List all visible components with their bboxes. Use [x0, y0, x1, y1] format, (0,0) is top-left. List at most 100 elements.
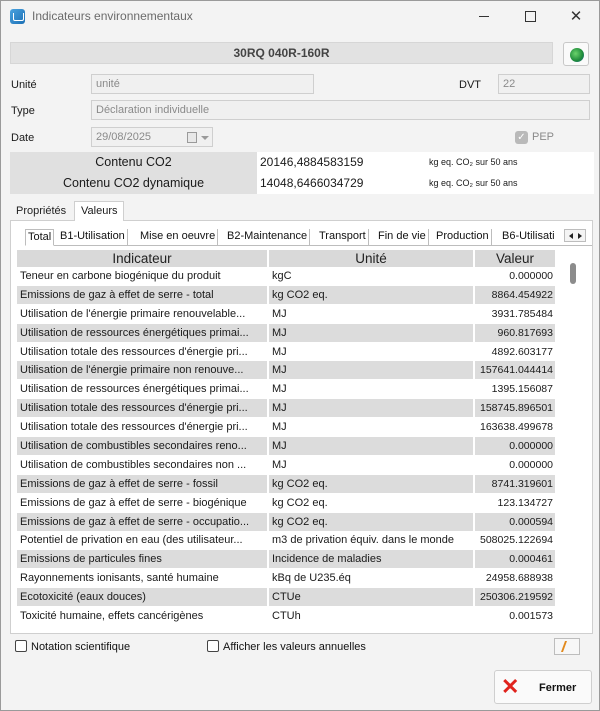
unit-cell: CTUe	[269, 588, 473, 607]
value-cell: 0.000000	[475, 437, 555, 456]
indicator-cell: Utilisation de combustibles secondaires …	[17, 437, 267, 456]
unit-cell: Incidence de maladies	[269, 550, 473, 569]
column-header-unite[interactable]: Unité	[269, 250, 473, 267]
unit-cell: MJ	[269, 418, 473, 437]
table-row[interactable]: Emissions de particules fines Incidence d…	[17, 550, 555, 570]
unit-cell: MJ	[269, 304, 473, 323]
value-cell: 8864.454922	[475, 285, 555, 304]
value-cell: 1395.156087	[475, 380, 555, 399]
table-row[interactable]: Utilisation de l'énergie primaire non re…	[17, 361, 555, 381]
tab-b6-utilisation[interactable]: B6-Utilisati	[500, 229, 562, 246]
unit-cell: kg CO2 eq.	[269, 285, 473, 304]
value-cell: 158745.896501	[475, 399, 555, 418]
tab-fin-de-vie[interactable]: Fin de vie	[376, 229, 429, 246]
grid-scrollbar[interactable]	[570, 263, 576, 284]
table-row[interactable]: Emissions de gaz à effet de serre - foss…	[17, 474, 555, 494]
unit-cell: MJ	[269, 455, 473, 474]
table-row[interactable]: Ecotoxicité (eaux douces) CTUe 250306.2195…	[17, 588, 555, 608]
table-row[interactable]: Utilisation totale des ressources d'éner…	[17, 399, 555, 419]
indicators-grid: Indicateur Unité Valeur Teneur en carbon…	[17, 250, 555, 632]
table-row[interactable]: Utilisation totale des ressources d'éner…	[17, 418, 555, 438]
co2-row: Contenu CO2 dynamique 14048,6466034729 k…	[10, 173, 594, 194]
co2-name: Contenu CO2	[10, 152, 257, 173]
edit-button[interactable]	[554, 638, 580, 655]
inner-tab-strip: Total B1-Utilisation Mise en oeuvre B2-M…	[25, 228, 592, 246]
minimize-button[interactable]	[461, 1, 507, 32]
value-cell: 508025.122694	[475, 531, 555, 550]
tab-production[interactable]: Production	[434, 229, 492, 246]
indicator-cell: Utilisation de ressources énergétiques p…	[17, 380, 267, 399]
table-row[interactable]: Rayonnements ionisants, santé humaine kBq…	[17, 569, 555, 589]
table-row[interactable]: Toxicité humaine, effets cancérigènes CTU…	[17, 607, 555, 626]
indicator-cell: Emissions de gaz à effet de serre - occu…	[17, 512, 267, 531]
product-code: 30RQ 040R-160R	[10, 42, 553, 64]
close-window-button[interactable]: ✕	[553, 1, 599, 32]
tab-scroll-arrows[interactable]	[564, 229, 586, 242]
table-row[interactable]: Utilisation de combustibles secondaires …	[17, 455, 555, 475]
pencil-icon	[560, 641, 576, 652]
chevron-right-icon[interactable]	[578, 233, 582, 239]
unit-cell: kg CO2 eq.	[269, 493, 473, 512]
value-cell: 0.001573	[475, 607, 555, 626]
column-header-valeur[interactable]: Valeur	[475, 250, 555, 267]
value-cell: 24958.688938	[475, 569, 555, 588]
globe-button[interactable]	[563, 42, 589, 66]
table-row[interactable]: Utilisation totale des ressources d'éner…	[17, 342, 555, 362]
value-cell: 0.000000	[475, 267, 555, 285]
table-row[interactable]: Utilisation de ressources énergétiques p…	[17, 380, 555, 400]
unit-cell: MJ	[269, 437, 473, 456]
co2-unit: kg eq. CO₂ sur 50 ans	[422, 152, 594, 173]
maximize-button[interactable]	[507, 1, 553, 32]
indicator-cell: Utilisation de l'énergie primaire non re…	[17, 361, 267, 380]
value-cell: 0.000461	[475, 550, 555, 569]
table-row[interactable]: Utilisation de combustibles secondaires …	[17, 437, 555, 456]
type-field[interactable]: Déclaration individuelle	[91, 100, 590, 120]
tab-transport[interactable]: Transport	[317, 229, 369, 246]
table-row[interactable]: Teneur en carbone biogénique du produit k…	[17, 267, 555, 286]
indicator-cell: Toxicité humaine, effets cancérigènes	[17, 607, 267, 626]
indicator-cell: Potentiel de privation en eau (des utili…	[17, 531, 267, 550]
layers-icon	[10, 9, 25, 24]
tab-mise-en-oeuvre[interactable]: Mise en oeuvre	[138, 229, 219, 246]
tab-b1-utilisation[interactable]: B1-Utilisation	[58, 229, 128, 246]
table-row[interactable]: Emissions de gaz à effet de serre - biog…	[17, 493, 555, 513]
valeurs-annuelles-label: Afficher les valeurs annuelles	[223, 641, 366, 653]
valeurs-annuelles-checkbox[interactable]	[207, 640, 219, 652]
indicator-cell: Teneur en carbone biogénique du produit	[17, 267, 267, 285]
fermer-label: Fermer	[539, 682, 577, 694]
value-cell: 157641.044414	[475, 361, 555, 380]
unit-cell: MJ	[269, 361, 473, 380]
pep-checkbox[interactable]: ✓	[515, 131, 528, 144]
value-cell: 163638.499678	[475, 418, 555, 437]
indicator-cell: Utilisation totale des ressources d'éner…	[17, 399, 267, 418]
tab-valeurs[interactable]: Valeurs	[74, 201, 125, 221]
co2-value: 20146,4884583159	[257, 152, 422, 173]
co2-table: Contenu CO2 20146,4884583159 kg eq. CO₂ …	[10, 152, 594, 194]
unit-cell: kg CO2 eq.	[269, 512, 473, 531]
table-row[interactable]: Potentiel de privation en eau (des utili…	[17, 531, 555, 551]
tab-total[interactable]: Total	[25, 229, 55, 246]
chevron-left-icon[interactable]	[569, 233, 573, 239]
notation-scientifique-label: Notation scientifique	[31, 641, 131, 653]
indicator-cell: Utilisation de ressources énergétiques p…	[17, 323, 267, 342]
unit-cell: CTUh	[269, 607, 473, 626]
tab-proprietes[interactable]: Propriétés	[10, 202, 72, 222]
co2-value: 14048,6466034729	[257, 173, 422, 194]
column-header-indicateur[interactable]: Indicateur	[17, 250, 267, 267]
table-row[interactable]: Utilisation de ressources énergétiques p…	[17, 323, 555, 343]
date-picker-button[interactable]	[185, 130, 212, 146]
value-cell: 4892.603177	[475, 342, 555, 361]
tab-b2-maintenance[interactable]: B2-Maintenance	[225, 229, 311, 246]
value-cell: 3931.785484	[475, 304, 555, 323]
dvt-label: DVT	[459, 79, 481, 91]
table-row[interactable]: Emissions de gaz à effet de serre - occu…	[17, 512, 555, 532]
indicator-cell: Emissions de gaz à effet de serre - foss…	[17, 474, 267, 493]
dvt-field[interactable]: 22	[498, 74, 590, 94]
unite-field[interactable]: unité	[91, 74, 314, 94]
table-row[interactable]: Utilisation de l'énergie primaire renouv…	[17, 304, 555, 324]
co2-unit: kg eq. CO₂ sur 50 ans	[422, 173, 594, 194]
table-row[interactable]: Emissions de gaz à effet de serre - tota…	[17, 285, 555, 305]
fermer-button[interactable]: ✕ Fermer	[494, 670, 592, 704]
notation-scientifique-checkbox[interactable]	[15, 640, 27, 652]
indicator-cell: Ecotoxicité (eaux douces)	[17, 588, 267, 607]
